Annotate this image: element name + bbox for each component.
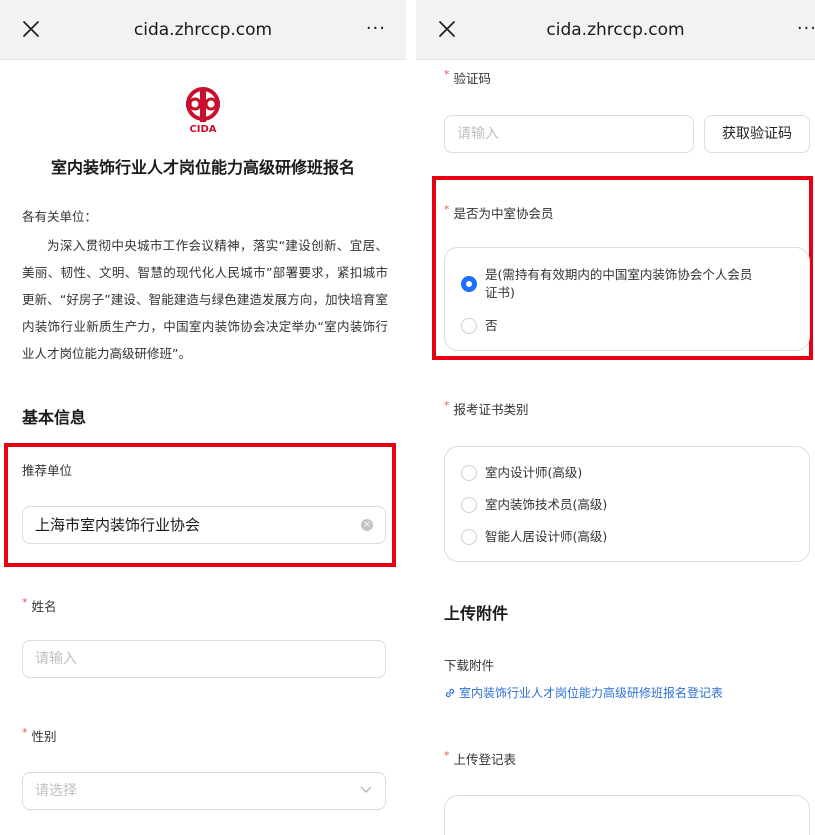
radio-member-no[interactable]	[461, 318, 477, 334]
required-mark: *	[444, 749, 450, 762]
required-mark: *	[22, 596, 28, 609]
gender-select[interactable]: 请选择	[22, 772, 386, 810]
required-mark: *	[444, 68, 450, 81]
cert-option-designer[interactable]: 室内设计师(高级)	[485, 464, 582, 482]
more-icon[interactable]: ···	[366, 20, 386, 38]
browser-topbar: cida.zhrccp.com ···	[0, 0, 406, 60]
page-title: 室内装饰行业人才岗位能力高级研修班报名	[50, 158, 355, 177]
cert-option-smart-home[interactable]: 智能人居设计师(高级)	[485, 528, 607, 546]
recommend-label: 推荐单位	[22, 463, 73, 478]
required-mark: *	[444, 203, 450, 216]
download-label: 下载附件	[444, 658, 495, 673]
download-link[interactable]: 室内装饰行业人才岗位能力高级研修班报名登记表	[444, 684, 723, 701]
link-icon	[445, 688, 455, 698]
cert-label: * 报考证书类别	[444, 399, 529, 417]
cert-radio-group: 室内设计师(高级) 室内装饰技术员(高级) 智能人居设计师(高级)	[444, 446, 810, 562]
recommend-input[interactable]: 上海市室内装饰行业协会 ×	[22, 506, 386, 544]
browser-topbar: cida.zhrccp.com ···	[416, 0, 815, 60]
member-option-yes[interactable]: 是(需持有有效期内的中国室内装饰协会个人会员 证书)	[485, 266, 795, 302]
upload-area[interactable]	[444, 795, 810, 835]
code-placeholder: 请输入	[457, 126, 499, 142]
upload-label: * 上传登记表	[444, 749, 517, 767]
required-mark: *	[22, 726, 28, 739]
code-input[interactable]: 请输入	[444, 115, 694, 153]
section-basic-info: 基本信息	[22, 408, 87, 427]
radio-cert-smart-home[interactable]	[461, 529, 477, 545]
gender-placeholder: 请选择	[35, 783, 77, 799]
browser-url-title: cida.zhrccp.com	[546, 20, 685, 40]
right-screen: cida.zhrccp.com ··· * 验证码 请输入 获取验证码 * 是否为中…	[416, 0, 815, 835]
logo-text: CIDA	[189, 124, 217, 135]
member-label: * 是否为中室协会员	[444, 203, 554, 221]
member-radio-group: 是(需持有有效期内的中国室内装饰协会个人会员 证书) 否	[444, 247, 810, 351]
intro-paragraph: 为深入贯彻中央城市工作会议精神，落实“建设创新、宜居、美丽、韧性、文明、智慧的现…	[22, 238, 388, 361]
clear-icon[interactable]: ×	[361, 519, 373, 531]
radio-cert-designer[interactable]	[461, 465, 477, 481]
radio-member-yes[interactable]	[461, 276, 477, 292]
required-mark: *	[444, 399, 450, 412]
greeting-text: 各有关单位：	[22, 209, 98, 224]
name-input[interactable]: 请输入	[22, 640, 386, 678]
recommend-value: 上海市室内装饰行业协会	[35, 516, 201, 534]
left-screen: cida.zhrccp.com ··· CIDA 室内装饰行业人才岗位能力高级研…	[0, 0, 406, 835]
gender-label: * 性别	[22, 726, 57, 744]
radio-cert-technician[interactable]	[461, 497, 477, 513]
cert-option-technician[interactable]: 室内装饰技术员(高级)	[485, 496, 607, 514]
code-label: * 验证码	[444, 68, 492, 86]
section-upload: 上传附件	[444, 604, 509, 623]
browser-url-title: cida.zhrccp.com	[133, 20, 273, 40]
name-placeholder: 请输入	[35, 651, 77, 667]
more-icon[interactable]: ···	[797, 20, 815, 38]
get-code-button[interactable]: 获取验证码	[704, 115, 810, 153]
name-label: * 姓名	[22, 596, 57, 614]
chevron-down-icon	[360, 786, 372, 793]
member-option-no[interactable]: 否	[485, 317, 498, 335]
